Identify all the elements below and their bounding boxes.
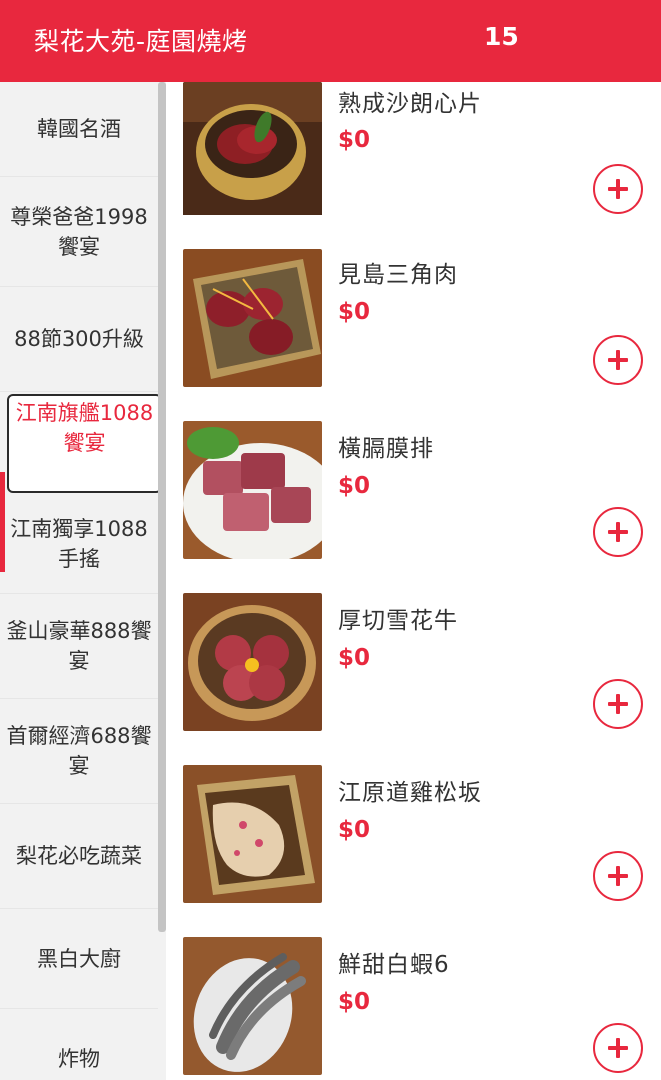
store-title: 梨花大苑-庭園燒烤	[34, 27, 248, 56]
category-sidebar[interactable]: 韓國名酒 尊榮爸爸1998饗宴 88節300升級 江南旗艦1088饗宴 江南獨享…	[0, 82, 166, 1080]
add-to-cart-button[interactable]	[593, 851, 643, 901]
menu-item[interactable]: 厚切雪花牛 $0	[166, 593, 661, 765]
plus-icon	[608, 694, 628, 714]
add-to-cart-button[interactable]	[593, 164, 643, 214]
sidebar-scrollbar[interactable]	[158, 82, 166, 932]
category-item[interactable]: 黑白大廚	[0, 909, 158, 1009]
category-label: 首爾經濟688饗宴	[6, 724, 152, 778]
plus-icon	[608, 1038, 628, 1058]
menu-item[interactable]: 熟成沙朗心片 $0	[166, 82, 661, 254]
menu-item[interactable]: 江原道雞松坂 $0	[166, 765, 661, 937]
category-label: 韓國名酒	[37, 117, 121, 141]
menu-item[interactable]: 見島三角肉 $0	[166, 249, 661, 421]
plus-icon	[608, 522, 628, 542]
add-to-cart-button[interactable]	[593, 679, 643, 729]
category-item[interactable]: 88節300升級	[0, 287, 158, 392]
chicken-in-tray-image[interactable]	[183, 765, 322, 903]
category-item[interactable]: 韓國名酒	[0, 82, 158, 177]
plus-icon	[608, 350, 628, 370]
category-label: 黑白大廚	[37, 946, 121, 971]
add-to-cart-button[interactable]	[593, 507, 643, 557]
item-name: 厚切雪花牛	[338, 608, 458, 634]
item-price: $0	[338, 817, 371, 843]
menu-item[interactable]: 鮮甜白蝦6 $0	[166, 937, 661, 1080]
category-item[interactable]: 尊榮爸爸1998饗宴	[0, 177, 158, 287]
category-label: 尊榮爸爸1998饗宴	[10, 204, 148, 259]
beef-flower-bowl-image[interactable]	[183, 593, 322, 731]
category-item[interactable]: 炸物	[0, 1009, 158, 1080]
plus-icon	[608, 179, 628, 199]
category-label: 江南獨享1088手搖	[10, 516, 148, 571]
category-item[interactable]: 首爾經濟688饗宴	[0, 699, 158, 804]
add-to-cart-button[interactable]	[593, 1023, 643, 1073]
item-price: $0	[338, 645, 371, 671]
category-label: 釜山豪華888饗宴	[6, 619, 152, 673]
category-label: 梨花必吃蔬菜	[16, 844, 142, 868]
category-item-active[interactable]: 江南旗艦1088饗宴	[7, 394, 162, 493]
item-name: 熟成沙朗心片	[338, 91, 482, 117]
item-name: 鮮甜白蝦6	[338, 952, 450, 978]
category-item[interactable]: 釜山豪華888饗宴	[0, 594, 158, 699]
beef-cubes-on-plate-image[interactable]	[183, 421, 322, 559]
item-price: $0	[338, 989, 371, 1015]
menu-list[interactable]: 熟成沙朗心片 $0 見島三角肉 $0 橫膈膜排 $0 厚切雪花牛 $0 江原道雞…	[166, 82, 661, 1080]
add-to-cart-button[interactable]	[593, 335, 643, 385]
item-price: $0	[338, 299, 371, 325]
item-name: 江原道雞松坂	[338, 780, 482, 806]
item-price: $0	[338, 127, 371, 153]
plus-icon	[608, 866, 628, 886]
category-label: 88節300升級	[14, 327, 144, 351]
category-label: 江南旗艦1088饗宴	[15, 401, 154, 455]
app-header: 梨花大苑-庭園燒烤 15	[0, 0, 661, 82]
category-label: 炸物	[58, 1046, 100, 1071]
item-price: $0	[338, 473, 371, 499]
beef-on-tray-image[interactable]	[183, 249, 322, 387]
item-name: 見島三角肉	[338, 262, 458, 288]
menu-item[interactable]: 橫膈膜排 $0	[166, 421, 661, 593]
cart-count[interactable]: 15	[484, 22, 519, 51]
shrimp-on-plate-image[interactable]	[183, 937, 322, 1075]
item-name: 橫膈膜排	[338, 436, 434, 462]
category-item[interactable]: 江南獨享1088手搖	[0, 494, 158, 594]
category-item[interactable]: 梨花必吃蔬菜	[0, 804, 158, 909]
beef-slices-in-bowl-image[interactable]	[183, 82, 322, 220]
